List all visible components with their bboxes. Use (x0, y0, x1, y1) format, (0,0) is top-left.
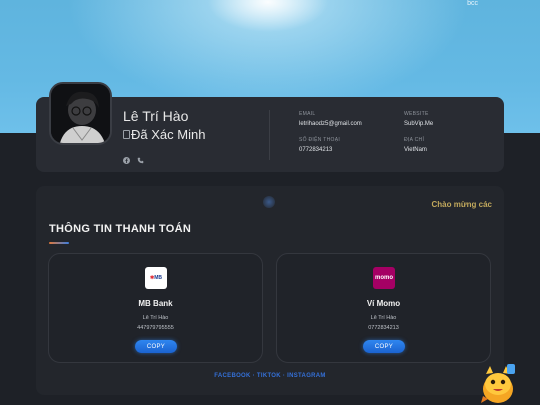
phone-icon[interactable] (137, 151, 144, 164)
welcome-marquee: Chào mừng các (431, 200, 492, 209)
phone-value[interactable]: 0772834213 (299, 147, 340, 153)
email-label: EMAIL (299, 111, 316, 117)
account-number: 447979795555 (137, 325, 174, 331)
broken-header-image: bcc (467, 0, 478, 7)
payment-title: THÔNG TIN THANH TOÁN (49, 223, 192, 235)
website-value[interactable]: SubVip.Me (404, 121, 433, 127)
address-info: ĐỊA CHỈ VietNam (404, 137, 427, 153)
payment-section: Chào mừng các THÔNG TIN THANH TOÁN ✱ MB M… (36, 186, 504, 395)
bank-card-mb: ✱ MB MB Bank Lê Trí Hào 447979795555 COPY (48, 253, 263, 363)
address-value: VietNam (404, 147, 427, 153)
account-holder: Lê Trí Hào (370, 315, 397, 321)
profile-card: Lê Trí Hào Đã Xác Minh EMAIL letrihaodz5… (36, 82, 504, 172)
facebook-icon[interactable] (123, 151, 130, 164)
copy-button[interactable]: COPY (363, 340, 405, 353)
profile-divider (269, 110, 270, 160)
account-number: 0772834213 (368, 325, 399, 331)
email-info: EMAIL letrihaodz5@gmail.com (299, 111, 362, 127)
account-holder: Lê Trí Hào (142, 315, 169, 321)
profile-name: Lê Trí Hào (123, 108, 189, 124)
address-label: ĐỊA CHỈ (404, 137, 425, 143)
bank-card-momo: momo Ví Momo Lê Trí Hào 0772834213 COPY (276, 253, 491, 363)
mascot-sticker-icon (478, 362, 518, 405)
bank-name: MB Bank (138, 299, 173, 308)
email-value[interactable]: letrihaodz5@gmail.com (299, 121, 362, 127)
title-underline (49, 242, 69, 244)
phone-label: SỐ ĐIỆN THOẠI (299, 137, 341, 143)
bank-name: Ví Momo (366, 299, 401, 308)
verified-badge: Đã Xác Minh (123, 127, 205, 142)
social-icons (123, 151, 144, 164)
website-label: WEBSITE (404, 111, 429, 117)
phone-info: SỐ ĐIỆN THOẠI 0772834213 (299, 137, 340, 153)
avatar (49, 82, 112, 145)
momo-logo-icon: momo (373, 267, 395, 289)
glow-decoration (263, 196, 275, 208)
verified-text: Đã Xác Minh (131, 127, 206, 142)
copy-button[interactable]: COPY (135, 340, 177, 353)
broken-image-icon (123, 130, 130, 139)
mb-bank-logo-icon: ✱ MB (145, 267, 167, 289)
website-info: WEBSITE SubVip.Me (404, 111, 433, 127)
footer-social-links[interactable]: FACEBOOK · TIKTOK · INSTAGRAM (0, 373, 540, 379)
